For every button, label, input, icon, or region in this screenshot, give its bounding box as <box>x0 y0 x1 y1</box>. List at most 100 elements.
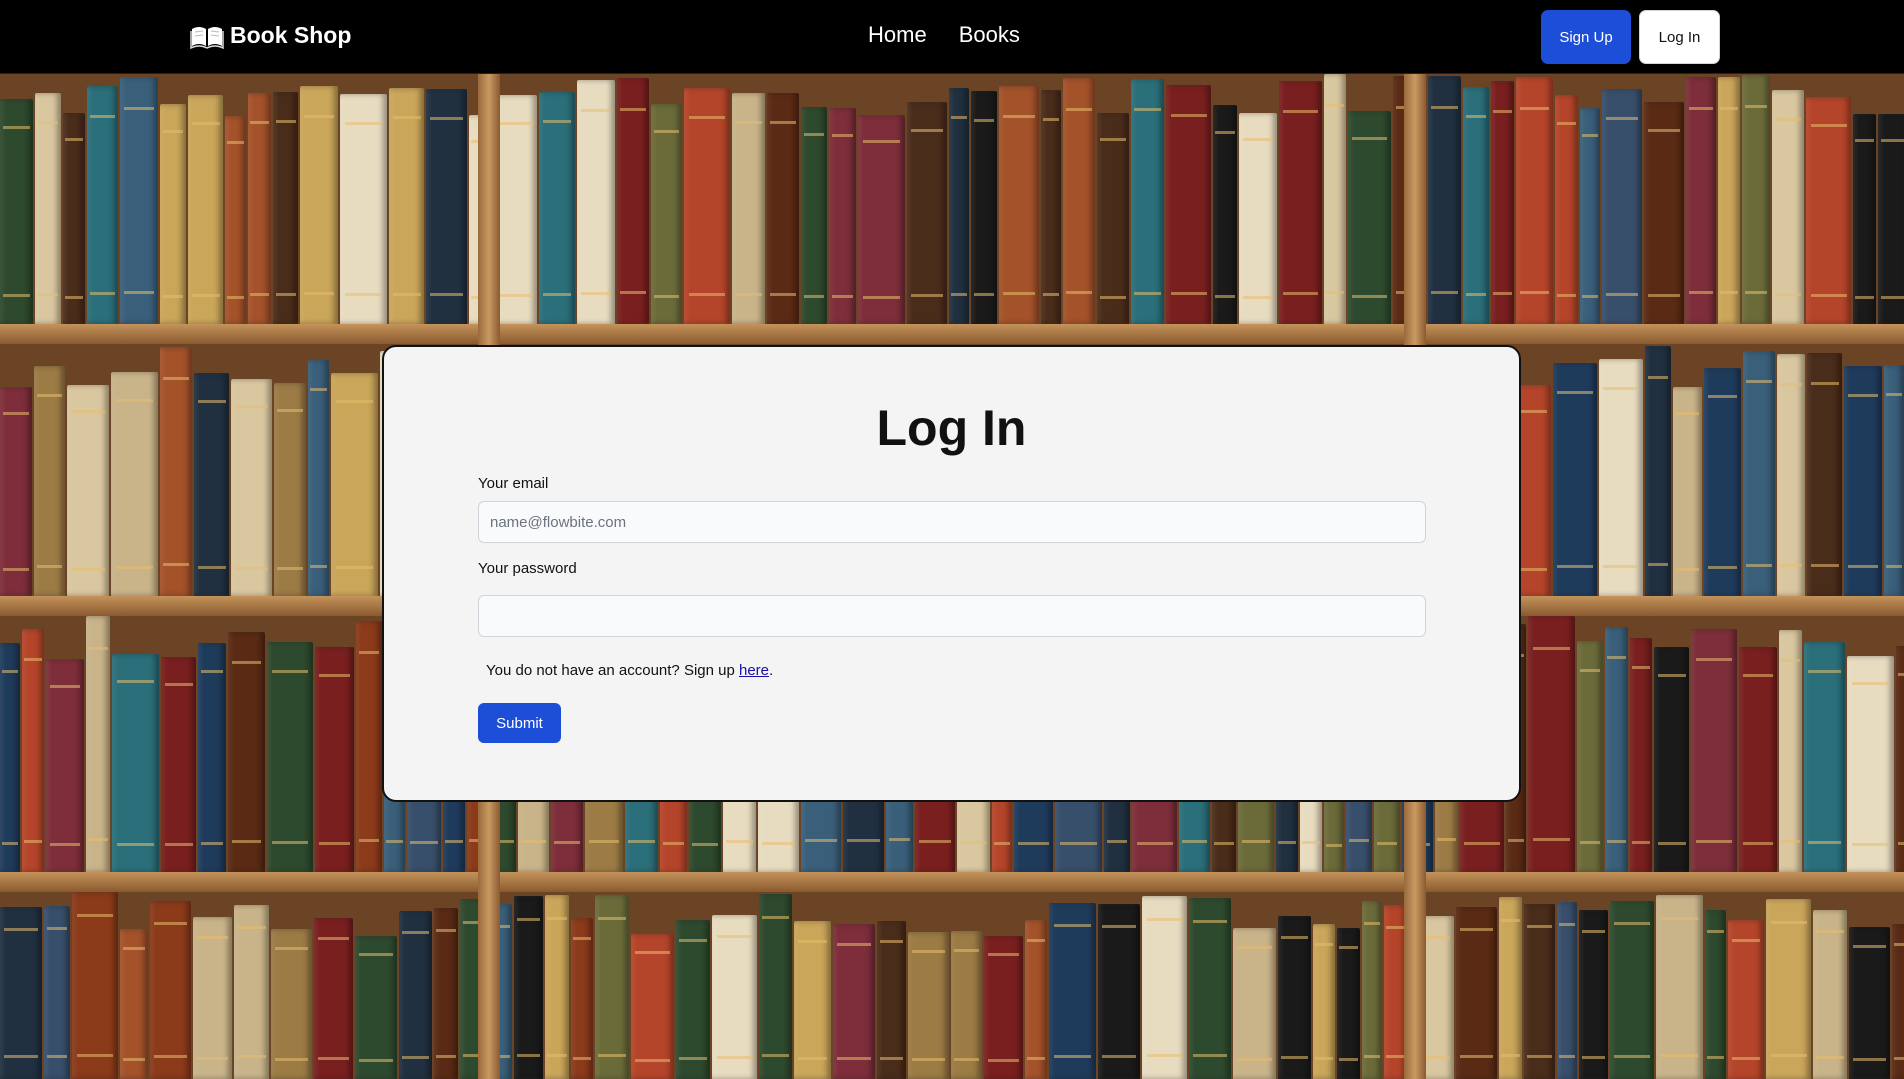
nav-home-link[interactable]: Home <box>868 22 927 48</box>
book-spine <box>759 894 792 1079</box>
book-spine <box>1806 97 1851 324</box>
book-spine <box>120 929 148 1079</box>
book-spine <box>1599 359 1643 596</box>
book-spine <box>577 80 615 324</box>
book-spine <box>1557 902 1577 1079</box>
login-button[interactable]: Log In <box>1639 10 1720 64</box>
book-spine <box>1278 916 1311 1079</box>
book-spine <box>712 915 757 1079</box>
book-spine <box>1605 627 1628 872</box>
book-spine <box>1892 924 1904 1079</box>
book-spine <box>1728 920 1764 1079</box>
book-spine <box>1516 77 1553 324</box>
book-spine <box>72 892 118 1079</box>
book-spine <box>1772 90 1804 324</box>
book-spine <box>1847 656 1894 872</box>
book-spine <box>949 88 969 324</box>
book-spine <box>1098 904 1140 1079</box>
brand-link[interactable]: Book Shop <box>190 22 351 49</box>
book-spine <box>908 932 949 1079</box>
book-spine <box>1804 642 1845 872</box>
submit-button[interactable]: Submit <box>478 703 561 743</box>
email-field[interactable] <box>478 501 1426 543</box>
book-spine <box>1656 895 1703 1079</box>
book-spine <box>1807 353 1842 596</box>
shelf-plank <box>0 324 1904 344</box>
book-spine <box>1313 924 1335 1079</box>
book-spine <box>676 920 710 1079</box>
password-field[interactable] <box>478 595 1426 637</box>
book-spine <box>267 642 313 872</box>
book-spine <box>150 901 191 1079</box>
book-spine <box>631 934 674 1079</box>
book-spine <box>1742 75 1770 324</box>
signup-button[interactable]: Sign Up <box>1541 10 1631 64</box>
book-spine <box>732 93 765 324</box>
book-spine <box>0 99 33 324</box>
book-spine <box>1739 647 1777 872</box>
book-spine <box>308 360 329 596</box>
book-spine <box>111 372 158 596</box>
book-spine <box>1555 95 1578 324</box>
book-spine <box>571 918 593 1079</box>
book-spine <box>46 659 84 872</box>
book-spine <box>1577 641 1603 872</box>
book-spine <box>1233 928 1276 1079</box>
book-spine <box>833 924 875 1079</box>
book-spine <box>1813 910 1847 1079</box>
shelf-row <box>0 74 1904 324</box>
book-spine <box>1142 896 1187 1079</box>
book-spine <box>1049 903 1096 1079</box>
book-spine <box>984 936 1023 1079</box>
book-spine <box>426 89 467 324</box>
book-spine <box>87 86 118 324</box>
book-spine <box>1362 901 1382 1079</box>
book-spine <box>767 93 799 324</box>
book-spine <box>1602 89 1642 324</box>
book-spine <box>234 905 269 1079</box>
signup-here-link[interactable]: here <box>739 662 769 679</box>
book-spine <box>1166 85 1211 324</box>
book-spine <box>1645 346 1671 596</box>
shelf-plank <box>0 872 1904 892</box>
book-spine <box>389 88 424 324</box>
book-spine <box>399 911 432 1079</box>
book-spine <box>951 931 982 1079</box>
book-spine <box>877 921 906 1079</box>
book-spine <box>1884 365 1904 596</box>
book-spine <box>1705 910 1726 1079</box>
book-spine <box>858 115 905 324</box>
book-spine <box>63 113 85 324</box>
nav-books-link[interactable]: Books <box>959 22 1020 48</box>
book-spine <box>514 896 543 1079</box>
book-spine <box>0 643 20 872</box>
book-spine <box>248 93 271 324</box>
book-spine <box>331 373 378 596</box>
book-spine <box>273 92 298 324</box>
book-spine <box>22 629 44 872</box>
book-spine <box>1896 646 1904 872</box>
book-spine <box>1704 368 1741 596</box>
signup-note: You do not have an account? Sign up here… <box>486 662 773 679</box>
book-spine <box>1213 105 1237 324</box>
book-spine <box>617 78 649 324</box>
book-spine <box>1844 366 1882 596</box>
brand-name: Book Shop <box>230 22 352 48</box>
book-spine <box>1718 77 1740 324</box>
email-label: Your email <box>478 475 549 492</box>
book-spine <box>907 102 947 324</box>
book-spine <box>1766 899 1811 1079</box>
book-spine <box>225 116 246 324</box>
book-spine <box>315 647 354 872</box>
book-spine <box>1189 898 1231 1079</box>
book-spine <box>1610 901 1654 1079</box>
book-spine <box>1239 113 1277 324</box>
book-spine <box>1580 108 1600 324</box>
book-spine <box>1691 629 1737 872</box>
book-spine <box>684 88 730 324</box>
book-spine <box>1528 616 1575 872</box>
book-spine <box>1630 638 1652 872</box>
password-label: Your password <box>478 560 577 577</box>
book-spine <box>595 895 629 1079</box>
book-spine <box>651 104 682 324</box>
